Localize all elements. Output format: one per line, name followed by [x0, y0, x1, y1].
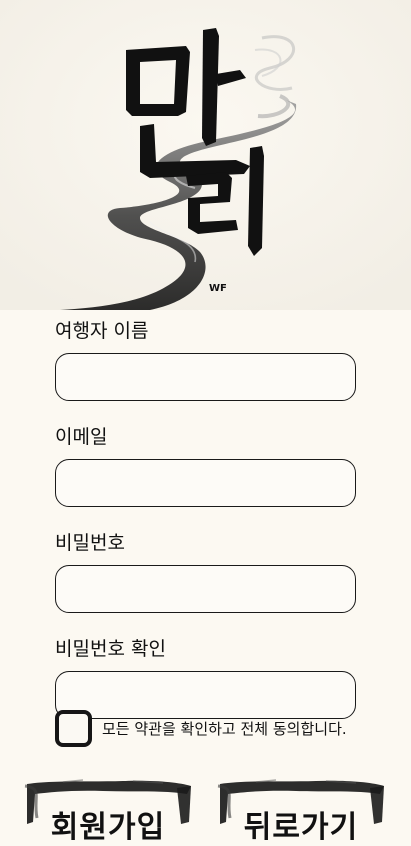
agree-all-checkbox[interactable] [55, 709, 92, 747]
name-label: 여행자 이름 [55, 320, 149, 342]
agree-all-text: 모든 약관을 확인하고 전체 동의합니다. [102, 719, 347, 738]
terms-agreement-row[interactable]: 모든 약관을 확인하고 전체 동의합니다. [55, 709, 375, 747]
password-label: 비밀번호 [55, 532, 125, 554]
signup-form: 여행자 이름 이메일 비밀번호 비밀번호 확인 [55, 318, 356, 742]
signup-button-label: 회원가입 [50, 810, 166, 845]
name-input[interactable] [55, 353, 356, 401]
password-confirm-label: 비밀번호 확인 [55, 638, 166, 660]
password-input[interactable] [55, 565, 356, 613]
hero-banner: WF [0, 0, 411, 310]
signup-button[interactable]: 회원가입 [23, 778, 193, 845]
artist-signature: WF [209, 283, 227, 294]
email-input[interactable] [55, 459, 356, 507]
back-button[interactable]: 뒤로가기 [216, 778, 386, 845]
email-label: 이메일 [55, 426, 108, 448]
back-button-label: 뒤로가기 [243, 810, 359, 845]
ink-wash-logo: WF [0, 0, 411, 310]
